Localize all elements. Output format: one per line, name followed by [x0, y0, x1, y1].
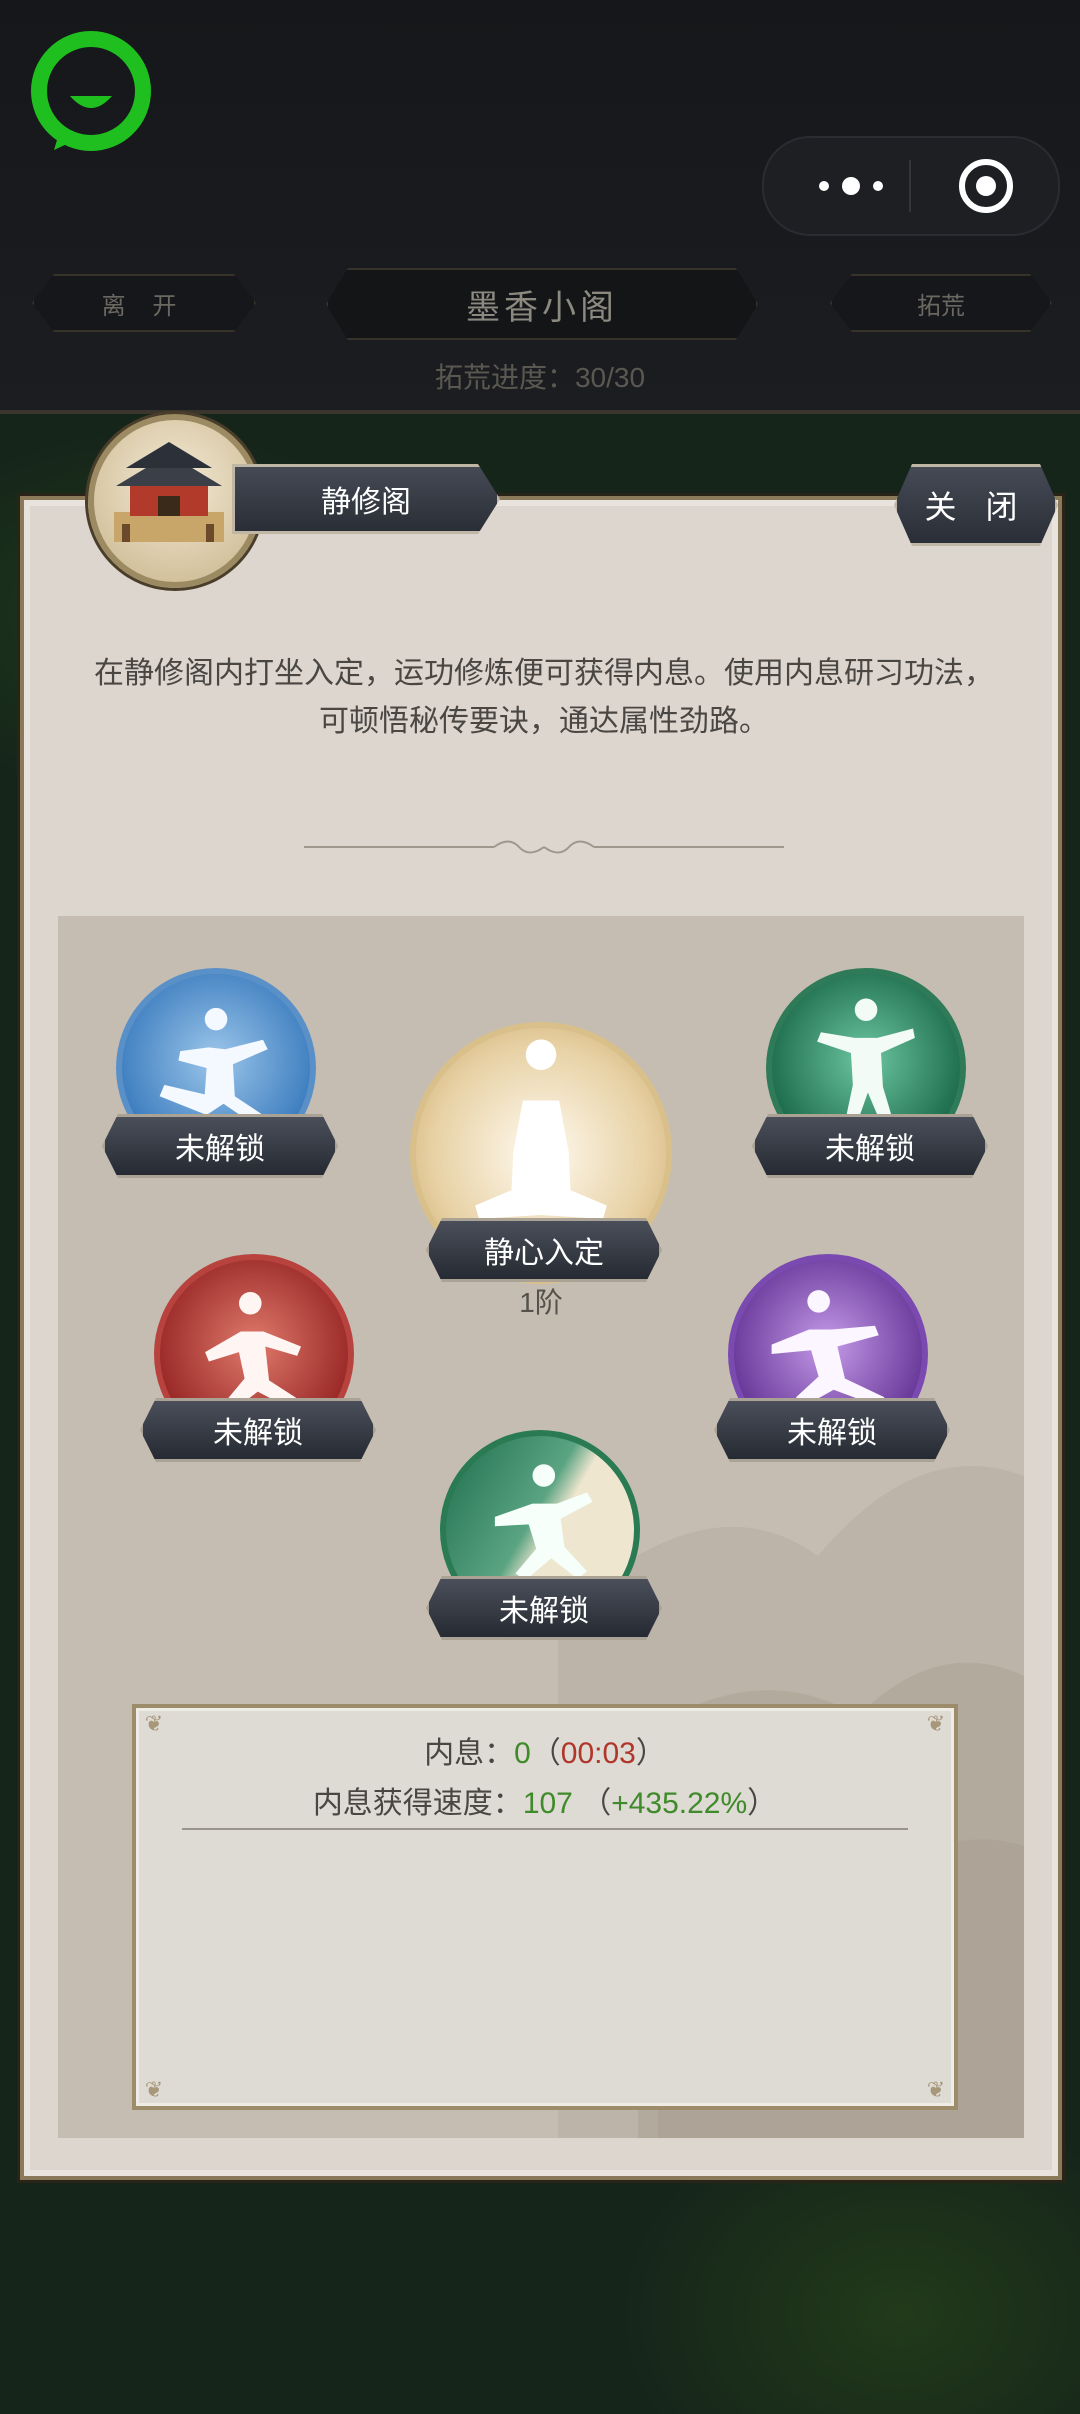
divider-ornament: [304, 840, 784, 854]
skill-label-4[interactable]: 未解锁: [140, 1398, 376, 1462]
mini-program-capsule: [762, 136, 1060, 236]
panel-description: 在静修阁内打坐入定，运功修炼便可获得内息。使用内息研习功法，可顿悟秘传要诀，通达…: [94, 657, 994, 738]
more-dots-icon[interactable]: [806, 168, 896, 204]
neixi-label: 内息：: [424, 1737, 515, 1770]
skill-label-5[interactable]: 未解锁: [714, 1398, 950, 1462]
neixi-timer: 00:03: [560, 1737, 636, 1770]
skill-label-meditation[interactable]: 静心入定: [426, 1218, 662, 1282]
location-title: 墨香小阁: [326, 268, 758, 340]
skill-area: 未解锁 未解锁 静心入定 1阶 未解锁 未解锁 未解锁 ❦ ❦ ❦ ❦ 内息：0…: [58, 916, 1024, 2138]
skill-label-2[interactable]: 未解锁: [752, 1114, 988, 1178]
capsule-divider: [909, 160, 911, 212]
skill-label-6[interactable]: 未解锁: [426, 1576, 662, 1640]
neixi-value: 0: [514, 1737, 531, 1770]
neixi-paren-open: （: [530, 1737, 561, 1770]
explore-progress: 拓荒进度：30/30: [434, 362, 646, 393]
neixi-paren-close: ）: [635, 1737, 666, 1770]
top-bar: 离 开 墨香小阁 拓荒 拓荒进度：30/30: [0, 0, 1080, 414]
speed-bonus: +435.22%: [611, 1787, 748, 1820]
neixi-info-box: ❦ ❦ ❦ ❦ 内息：0（00:03） 内息获得速度：107 （+435.22%…: [132, 1704, 958, 2110]
explore-button[interactable]: 拓荒: [830, 274, 1052, 332]
meditation-panel: 在静修阁内打坐入定，运功修炼便可获得内息。使用内息研习功法，可顿悟秘传要诀，通达…: [20, 496, 1062, 2180]
speed-label: 内息获得速度：: [312, 1787, 523, 1820]
skill-label-1[interactable]: 未解锁: [102, 1114, 338, 1178]
building-icon: [114, 442, 224, 542]
speed-paren-open: （: [572, 1787, 612, 1820]
skill-level: 1阶: [519, 1287, 563, 1318]
info-divider: [182, 1828, 908, 1830]
building-name-plate: 静修阁: [232, 464, 500, 534]
speed-value: 107: [522, 1787, 573, 1820]
neixi-speed-line: 内息获得速度：107 （+435.22%）: [136, 1778, 954, 1822]
corner-ornament: ❦: [144, 2077, 164, 2102]
corner-ornament: ❦: [926, 2077, 946, 2102]
close-button[interactable]: 关 闭: [894, 464, 1058, 546]
neixi-line: 内息：0（00:03）: [136, 1728, 954, 1772]
wechat-logo-icon[interactable]: [30, 30, 152, 152]
speed-paren-close: ）: [747, 1787, 778, 1820]
leave-button[interactable]: 离 开: [32, 274, 256, 332]
target-close-icon[interactable]: [958, 158, 1014, 214]
